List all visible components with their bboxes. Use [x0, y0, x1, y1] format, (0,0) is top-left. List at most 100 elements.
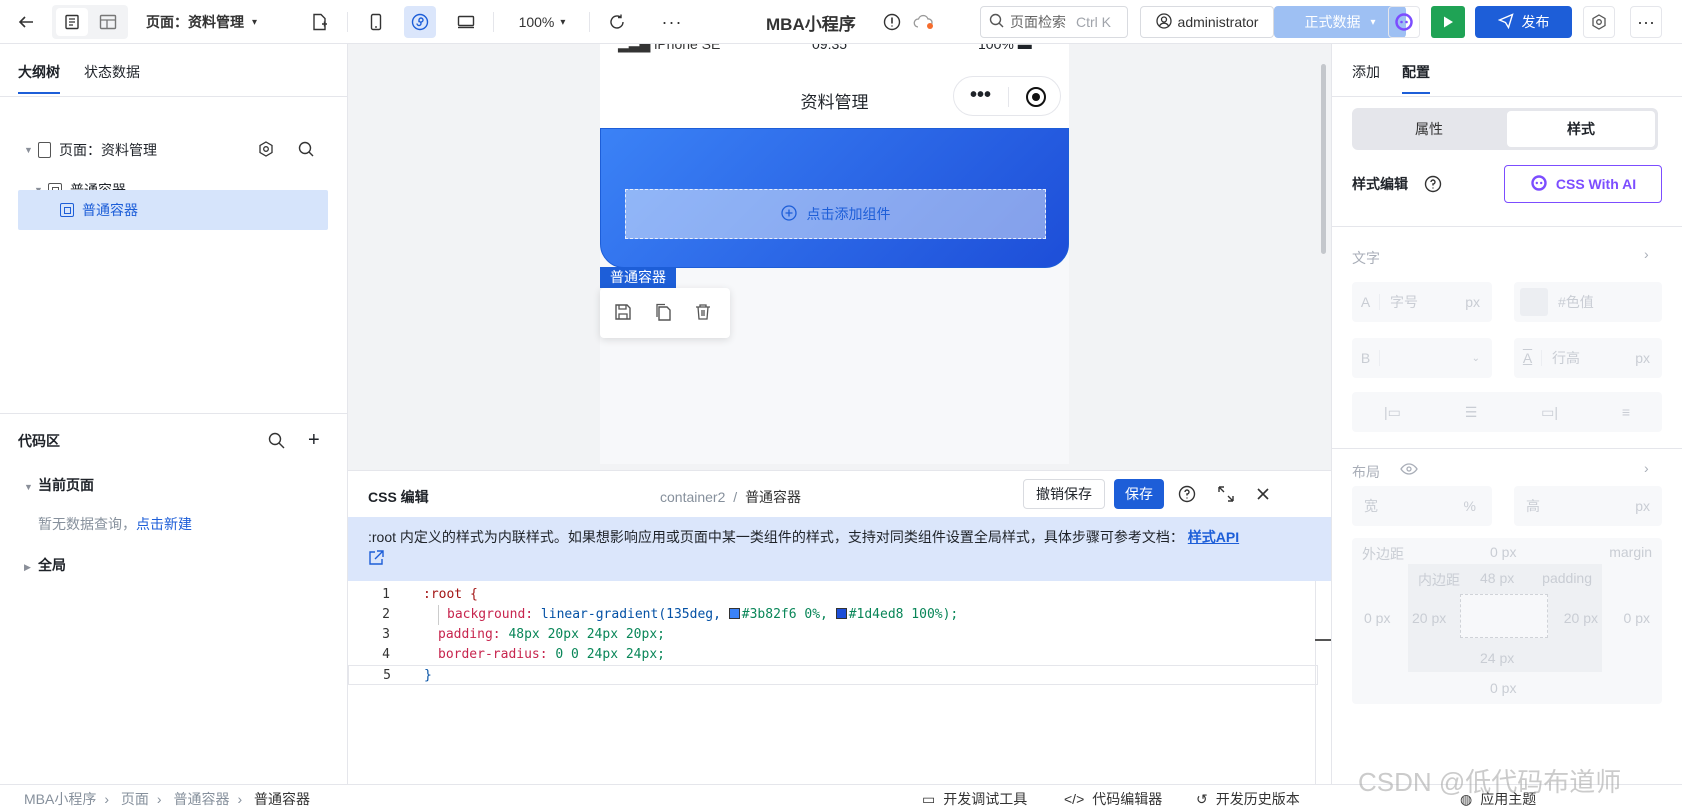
tree-node-container-selected[interactable]: 普通容器	[18, 190, 328, 230]
refresh-icon[interactable]	[601, 6, 633, 38]
save-icon[interactable]	[614, 303, 632, 324]
font-size-field[interactable]: A 字号 px	[1352, 282, 1492, 322]
current-page-group[interactable]: ▼ 当前页面	[24, 475, 94, 495]
divider	[1008, 87, 1009, 107]
container-gradient[interactable]: 点击添加组件	[600, 128, 1069, 268]
canvas-scrollbar[interactable]	[1321, 64, 1326, 254]
breadcrumb-item[interactable]: 普通容器	[173, 791, 229, 807]
breadcrumb-item[interactable]: 页面	[121, 791, 149, 807]
canvas-area: ▂▃▅ iPhone SE 09:35 100% ▬ 资料管理 ••• 点击添加…	[348, 44, 1331, 784]
code-editor-button[interactable]: </> 代码编辑器	[1064, 789, 1162, 809]
color-swatch[interactable]	[835, 608, 847, 619]
css-with-ai-button[interactable]: CSS With AI	[1504, 165, 1662, 203]
tab-config[interactable]: 配置	[1402, 62, 1430, 94]
chevron-right-icon[interactable]: ›	[1644, 460, 1649, 476]
add-component-placeholder[interactable]: 点击添加组件	[625, 189, 1046, 239]
segment-style[interactable]: 样式	[1507, 111, 1655, 147]
color-swatch[interactable]	[728, 608, 740, 619]
mobile-view-icon[interactable]	[360, 6, 392, 38]
more-menu-icon[interactable]: ···	[1630, 6, 1662, 38]
line-height-field[interactable]: A 行高 px	[1514, 338, 1662, 378]
padding-right-value[interactable]: 20 px	[1564, 610, 1598, 626]
warning-icon[interactable]	[876, 6, 908, 38]
breadcrumb-item-current[interactable]: 普通容器	[254, 791, 310, 807]
color-field[interactable]: #色值	[1514, 282, 1662, 322]
run-preview-button[interactable]	[1431, 6, 1465, 38]
align-right-icon[interactable]: ▭|	[1541, 404, 1558, 421]
tree-node-label: 普通容器	[82, 202, 138, 218]
help-icon[interactable]	[1424, 175, 1442, 196]
node-settings-icon[interactable]	[258, 140, 274, 160]
margin-left-value[interactable]: 0 px	[1364, 610, 1390, 626]
color-swatch[interactable]	[1520, 288, 1548, 316]
editor-scroll-marker	[1315, 639, 1331, 641]
debug-tools-button[interactable]: ▭ 开发调试工具	[922, 789, 1027, 809]
create-new-link[interactable]: 点击新建	[136, 516, 192, 532]
ai-assistant-button[interactable]	[1388, 6, 1420, 38]
tree-node-page[interactable]: ▼ 页面：资料管理	[18, 130, 328, 170]
font-weight-select[interactable]: B ⌄	[1352, 338, 1492, 378]
outline-view-icon[interactable]	[56, 8, 88, 36]
divider	[1332, 226, 1682, 227]
tab-outline[interactable]: 大纲树	[18, 62, 60, 94]
more-dots-icon[interactable]: •••	[970, 85, 991, 105]
eye-icon[interactable]	[1400, 462, 1418, 479]
style-edit-label: 样式编辑	[1352, 176, 1408, 192]
segment-props[interactable]: 属性	[1355, 111, 1503, 147]
page-selector[interactable]: 页面：资料管理 ▾	[146, 6, 257, 38]
close-miniprogram-icon[interactable]	[1026, 87, 1046, 107]
align-center-icon[interactable]: ☰	[1465, 404, 1478, 421]
align-justify-icon[interactable]: ≡	[1622, 404, 1630, 420]
breadcrumb-item[interactable]: MBA小程序	[24, 791, 96, 807]
path-separator: /	[733, 489, 738, 505]
tab-state-data[interactable]: 状态数据	[84, 62, 140, 82]
miniprogram-view-icon[interactable]	[404, 6, 436, 38]
publish-button[interactable]: 发布	[1475, 6, 1572, 38]
search-icon[interactable]	[268, 432, 285, 452]
more-icon[interactable]: ···	[656, 6, 688, 38]
page-search-box[interactable]: 页面检索 Ctrl K	[980, 6, 1128, 38]
desktop-view-icon[interactable]	[450, 6, 482, 38]
user-menu[interactable]: administrator	[1140, 6, 1274, 38]
help-icon[interactable]	[1178, 485, 1196, 506]
tab-add[interactable]: 添加	[1352, 62, 1380, 82]
global-group[interactable]: ▶ 全局	[24, 555, 66, 575]
style-api-link[interactable]: 样式API	[1188, 529, 1239, 545]
zoom-select[interactable]: 100% ▾	[512, 6, 572, 38]
chevron-right-icon[interactable]: ›	[1644, 246, 1649, 262]
margin-bottom-value[interactable]: 0 px	[1490, 680, 1516, 696]
add-icon[interactable]: +	[308, 429, 320, 452]
env-select[interactable]: 正式数据 ▾	[1274, 6, 1406, 38]
new-page-icon[interactable]	[304, 6, 336, 38]
margin-top-value[interactable]: 0 px	[1490, 544, 1516, 560]
margin-en-label: margin	[1609, 544, 1652, 560]
close-icon[interactable]	[1254, 485, 1272, 506]
expand-icon[interactable]	[1217, 485, 1235, 506]
external-link-icon[interactable]	[368, 550, 384, 569]
cloud-sync-icon[interactable]	[908, 6, 940, 38]
layout-view-icon[interactable]	[92, 6, 124, 38]
settings-gear-icon[interactable]	[1583, 6, 1615, 38]
history-button[interactable]: ↺ 开发历史版本	[1196, 789, 1300, 809]
segmented-control: 属性 样式	[1352, 108, 1658, 150]
padding-bottom-value[interactable]: 24 px	[1480, 650, 1514, 666]
back-arrow-icon[interactable]	[10, 6, 42, 38]
search-icon[interactable]	[298, 141, 314, 160]
height-field[interactable]: 高 px	[1514, 486, 1662, 526]
save-button[interactable]: 保存	[1114, 479, 1164, 509]
margin-right-value[interactable]: 0 px	[1624, 610, 1650, 626]
layout-section-title[interactable]: 布局	[1352, 462, 1380, 482]
code-text: }	[424, 668, 432, 683]
copy-icon[interactable]	[654, 303, 672, 324]
padding-left-value[interactable]: 20 px	[1412, 610, 1446, 626]
align-left-icon[interactable]: |▭	[1384, 404, 1401, 421]
capsule-button[interactable]: •••	[953, 76, 1061, 116]
app-theme-button[interactable]: ◍ 应用主题	[1460, 789, 1536, 809]
code-editor[interactable]: 1 :root { 2 background: linear-gradient(…	[348, 581, 1331, 784]
padding-top-value[interactable]: 48 px	[1480, 570, 1514, 586]
text-section-title[interactable]: 文字	[1352, 248, 1380, 268]
width-field[interactable]: 宽 %	[1352, 486, 1492, 526]
delete-icon[interactable]	[694, 303, 712, 324]
status-carrier: ▂▃▅ iPhone SE	[618, 44, 720, 53]
revert-save-button[interactable]: 撤销保存	[1023, 479, 1105, 509]
